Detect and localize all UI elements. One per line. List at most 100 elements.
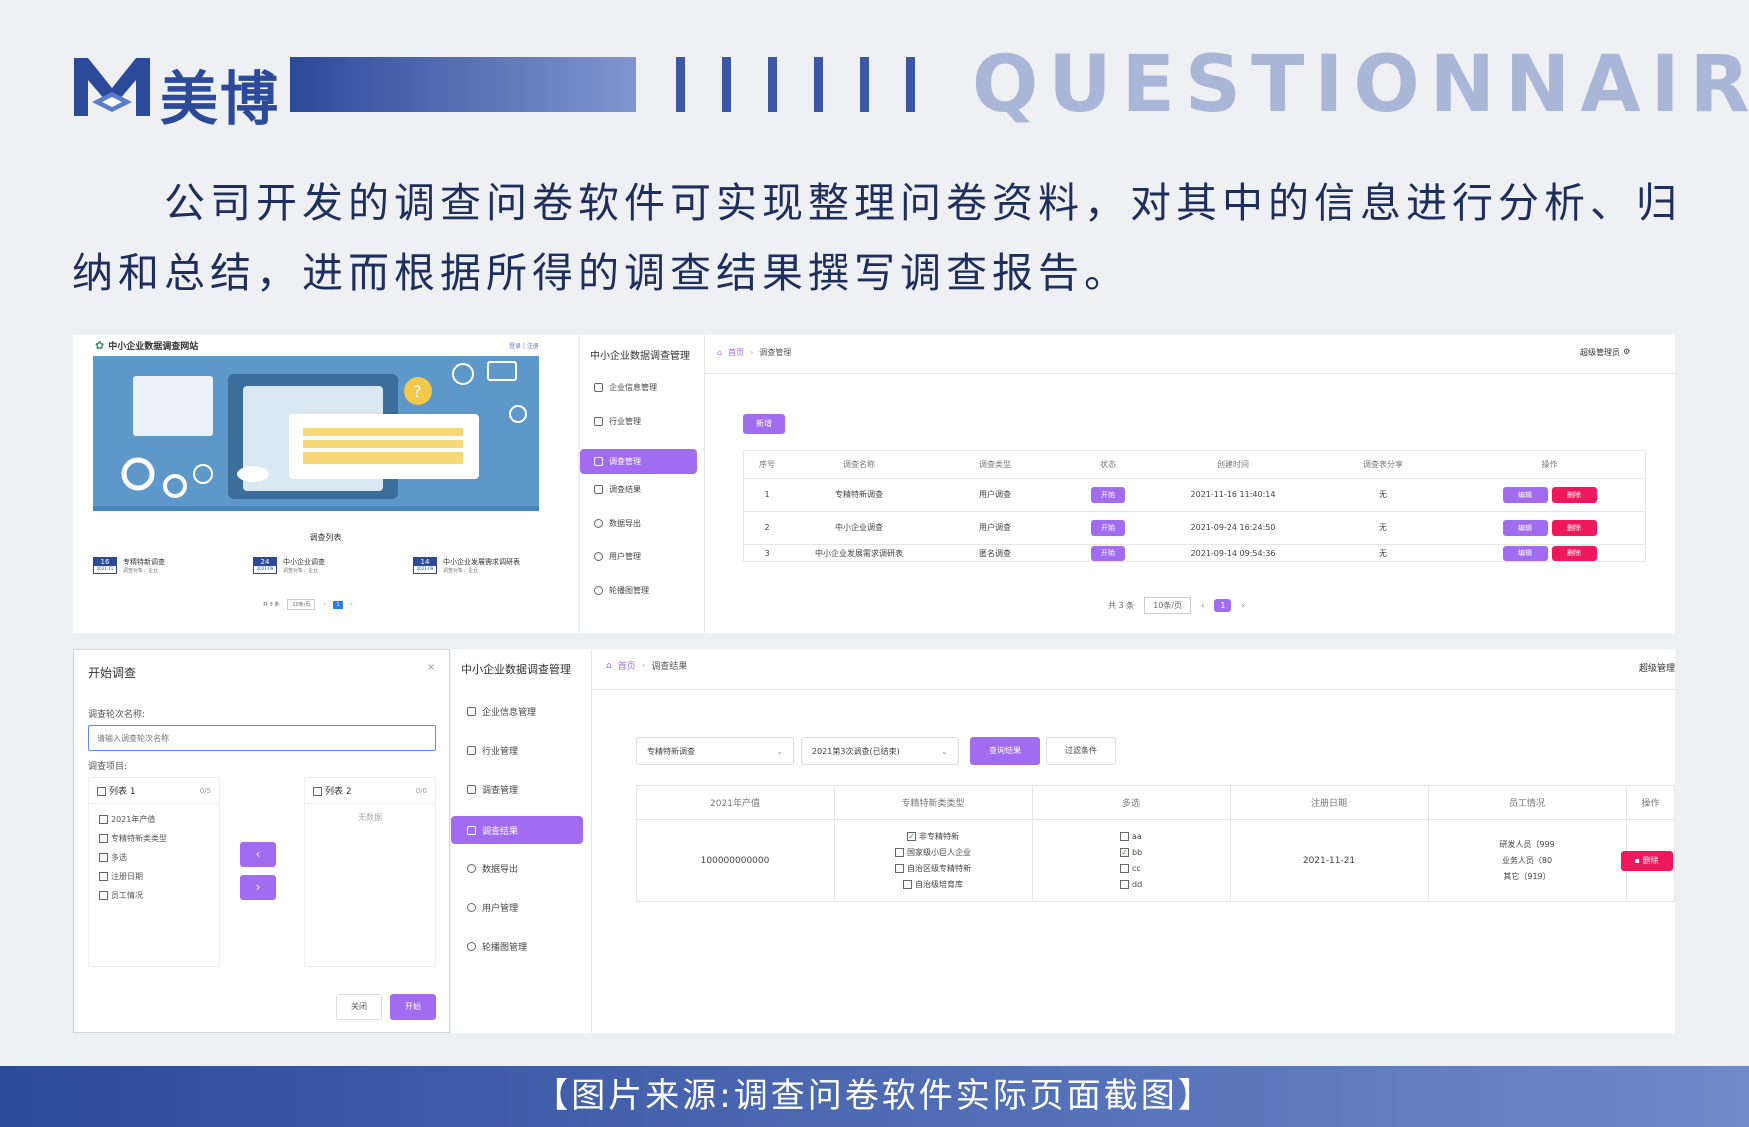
edit-button[interactable]: 编辑	[1502, 486, 1548, 503]
dialog-close-button[interactable]: 关闭	[336, 994, 382, 1020]
survey-select[interactable]: 专精特新调查 ⌄	[636, 737, 794, 765]
sidebar-item-users[interactable]: 用户管理	[467, 901, 518, 914]
start-survey-button[interactable]: 开始	[1091, 486, 1125, 503]
page-title: QUESTIONNAIRE	[972, 40, 1749, 130]
brand-name: 美博	[160, 65, 281, 133]
list-item[interactable]: 多选	[99, 848, 209, 867]
table-row: 100000000000 ✓ 非专精特新 国家级小巨人企业 自治区级专精特新 自治…	[636, 819, 1675, 902]
start-survey-dialog: 开始调查 × 调查轮次名称: 调查项目: 列表 1 0/5 2021年产值 专精…	[73, 649, 450, 1033]
chevron-down-icon: ⌄	[941, 746, 948, 756]
items-label: 调查项目:	[88, 762, 128, 772]
multi-option[interactable]: aa	[1120, 829, 1230, 845]
empty-text: 无数据	[358, 813, 382, 822]
sidebar-item-export[interactable]: 数据导出	[467, 862, 518, 875]
sidebar-item-company[interactable]: 企业信息管理	[467, 705, 536, 718]
add-survey-button[interactable]: 新增	[743, 414, 785, 434]
site-name: 中小企业数据调查网站	[108, 342, 199, 352]
start-survey-button[interactable]: 开始	[1091, 545, 1125, 561]
carousel-icon	[467, 942, 476, 951]
type-option[interactable]: ✓ 非专精特新	[834, 829, 1032, 845]
prev-page-icon[interactable]: ‹	[1201, 601, 1204, 610]
multi-option[interactable]: ✓ bb	[1120, 845, 1230, 861]
start-survey-button[interactable]: 开始	[1091, 519, 1125, 536]
dialog-start-button[interactable]: 开始	[390, 994, 436, 1020]
public-site-panel: ✿ 中小企业数据调查网站 登录 | 注册 ? 调查列表 16 2021-11 专…	[73, 335, 578, 633]
next-page-icon[interactable]: ›	[351, 602, 353, 608]
document-icon	[594, 457, 603, 466]
sidebar-item-industry[interactable]: 行业管理	[467, 744, 518, 757]
type-option[interactable]: 国家级小巨人企业	[834, 845, 1032, 861]
sidebar-item-carousel[interactable]: 轮播图管理	[467, 940, 527, 953]
prev-page-icon[interactable]: ‹	[323, 602, 325, 608]
sidebar-item-industry[interactable]: 行业管理	[594, 416, 641, 427]
user-menu[interactable]: 超级管理	[1639, 661, 1675, 674]
list-item[interactable]: 注册日期	[99, 867, 209, 886]
dialog-title: 开始调查	[88, 666, 137, 680]
round-label: 调查轮次名称:	[88, 710, 146, 720]
database-icon	[594, 519, 603, 528]
survey-card[interactable]: 24 2021-09 中小企业调查 调查对象：企业	[253, 557, 403, 574]
page-size-select[interactable]: 10条/页	[287, 599, 316, 610]
breadcrumb-home[interactable]: 首页	[618, 659, 636, 672]
sidebar-item-results[interactable]: 调查结果	[594, 484, 641, 495]
move-right-button[interactable]: ›	[240, 875, 276, 900]
page-number[interactable]: 1	[1214, 599, 1232, 612]
breadcrumb: ⌂ 首页 › 调查结果	[606, 659, 688, 673]
transfer-list-1: 列表 1 0/5 2021年产值 专精特新类类型 多选 注册日期 员工情况	[88, 777, 220, 967]
user-menu[interactable]: 超级管理员 ⚙	[1580, 347, 1630, 358]
user-icon	[467, 903, 476, 912]
brand-logo-icon	[74, 58, 150, 116]
edit-button[interactable]: 编辑	[1502, 519, 1548, 536]
multi-option[interactable]: cc	[1120, 861, 1230, 877]
sidebar-item-results[interactable]: 调查结果	[451, 816, 583, 844]
page-number[interactable]: 1	[333, 600, 343, 609]
sidebar-item-survey[interactable]: 调查管理	[580, 449, 697, 474]
company-icon	[594, 383, 603, 392]
edit-button[interactable]: 编辑	[1502, 545, 1548, 561]
page-size-select[interactable]: 10条/页	[1144, 597, 1192, 614]
database-icon	[467, 864, 476, 873]
round-select[interactable]: 2021第3次调查(已结束) ⌄	[801, 737, 959, 765]
admin-survey-panel: 中小企业数据调查管理 企业信息管理 行业管理 调查管理 调查结果 数据导出 用户…	[580, 335, 1675, 633]
chat-icon	[467, 825, 476, 835]
gear-icon: ⚙	[1623, 347, 1631, 356]
sidebar-item-survey[interactable]: 调查管理	[467, 783, 518, 796]
type-option[interactable]: 自治区级专精特新	[834, 861, 1032, 877]
table-header: 2021年产值 专精特新类类型 多选 注册日期 员工情况 操作	[710, 798, 1660, 809]
company-icon	[467, 707, 476, 716]
list-item[interactable]: 专精特新类类型	[99, 829, 209, 848]
list-item[interactable]: 2021年产值	[99, 810, 209, 829]
query-results-button[interactable]: 查询结果	[970, 737, 1040, 765]
select-all-checkbox[interactable]	[313, 787, 322, 796]
admin-app-title: 中小企业数据调查管理	[590, 351, 690, 362]
sidebar-item-company[interactable]: 企业信息管理	[594, 382, 657, 393]
select-all-checkbox[interactable]	[97, 787, 106, 796]
chat-icon	[594, 485, 603, 494]
table-header: 序号 调查名称 调查类型 状态 创建时间 调查表分享 操作	[759, 459, 1558, 469]
round-name-input[interactable]	[88, 725, 436, 751]
survey-card[interactable]: 14 2021-09 中小企业发展需求调研表 调查对象：企业	[413, 557, 563, 574]
delete-result-button[interactable]: ▪ 删除	[1620, 850, 1673, 871]
sidebar-item-export[interactable]: 数据导出	[594, 518, 641, 529]
sidebar-item-carousel[interactable]: 轮播图管理	[594, 585, 649, 596]
filter-button[interactable]: 过滤条件	[1046, 737, 1116, 765]
user-icon	[594, 552, 603, 561]
home-icon: ⌂	[717, 348, 723, 357]
survey-card[interactable]: 16 2021-11 专精特新调查 调查对象：企业	[93, 557, 243, 574]
login-link[interactable]: 登录 | 注册	[509, 341, 539, 350]
next-page-icon[interactable]: ›	[1241, 601, 1244, 610]
multi-option[interactable]: dd	[1120, 877, 1230, 893]
breadcrumb-home[interactable]: 首页	[728, 347, 744, 358]
survey-list-title: 调查列表	[309, 533, 342, 542]
delete-button[interactable]: 删除	[1551, 545, 1597, 561]
list-item[interactable]: 员工情况	[99, 886, 209, 905]
delete-button[interactable]: 删除	[1551, 486, 1597, 503]
sidebar-item-users[interactable]: 用户管理	[594, 551, 641, 562]
building-icon	[467, 746, 476, 755]
intro-paragraph: 公司开发的调查问卷软件可实现整理问卷资料，对其中的信息进行分析、归纳和总结，进而…	[72, 179, 1682, 297]
delete-button[interactable]: 删除	[1551, 519, 1597, 536]
breadcrumb-current: 调查管理	[759, 348, 792, 357]
move-left-button[interactable]: ‹	[240, 842, 276, 867]
type-option[interactable]: 自治级培育库	[834, 877, 1032, 893]
close-icon[interactable]: ×	[427, 662, 435, 673]
